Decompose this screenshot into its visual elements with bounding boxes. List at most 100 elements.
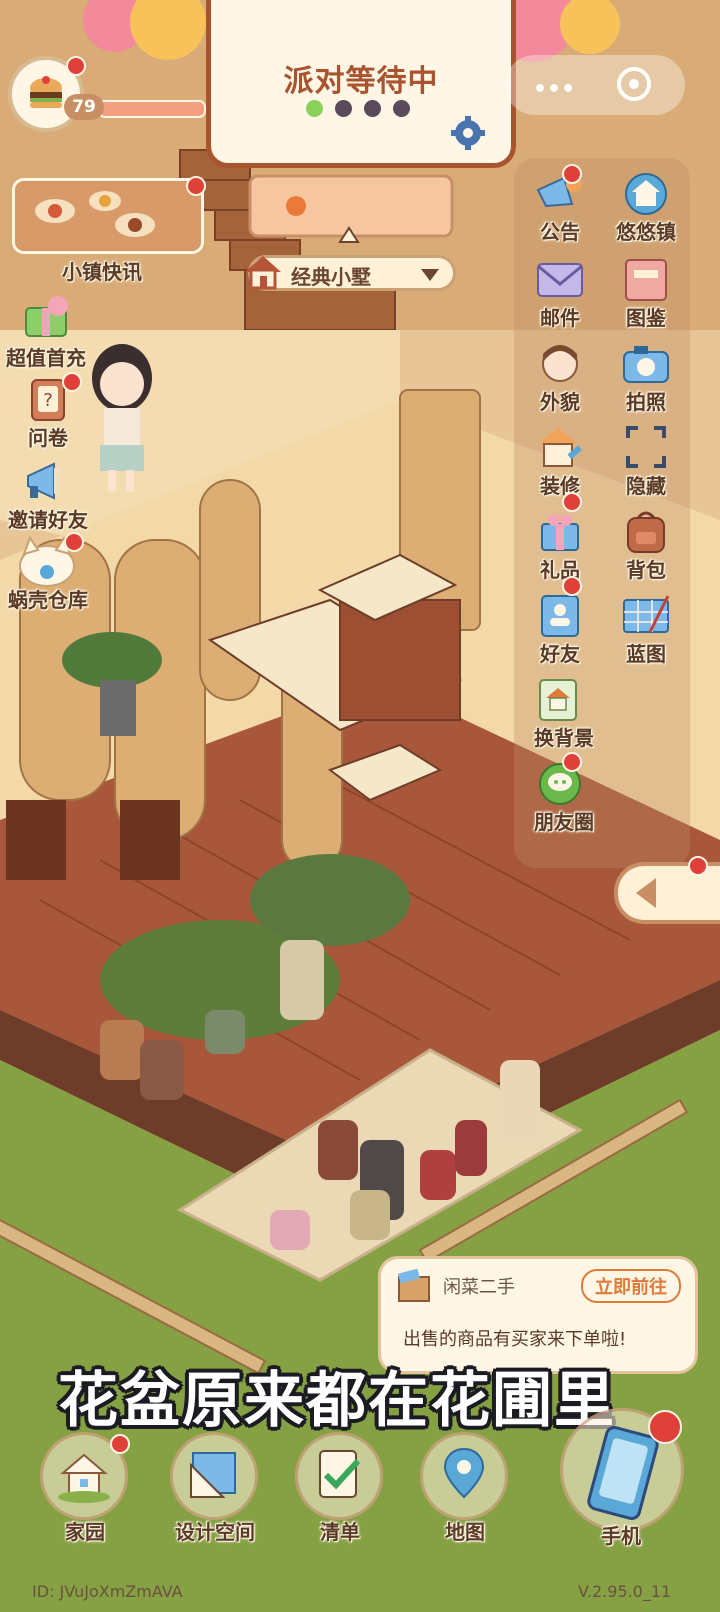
player-id: ID: JVuJoXmZmAVA [32,1582,183,1601]
right-item-label: 礼品 [540,558,580,582]
settings-gear-icon[interactable] [451,116,485,150]
right-item-label: 悠悠镇 [616,220,676,244]
progress-dot [364,100,381,117]
collapse-badge [688,856,708,876]
party-status-card[interactable]: 派对等待中 [206,0,516,168]
town-house-icon [620,170,672,216]
gift-icon [534,508,586,554]
hide-frame-icon [620,424,672,470]
right-item-label: 朋友圈 [534,810,594,834]
progress-dot [393,100,410,117]
right-item-background[interactable]: 换背景 [516,670,612,754]
mail-icon [534,256,586,302]
map-pin-icon [420,1432,508,1520]
right-item-label: 公告 [540,220,580,244]
nav-label: 地图 [445,1520,485,1544]
chevron-left-icon [636,878,656,908]
left-item-invite[interactable]: 邀请好友 [0,454,110,532]
right-item-label: 蓝图 [626,642,666,666]
album-icon [620,256,672,302]
right-item-mail[interactable]: 邮件 [516,250,604,334]
progress-dot [335,100,352,117]
go-now-button[interactable]: 立即前往 [581,1269,681,1303]
right-item-label: 好友 [540,642,580,666]
right-item-label: 图鉴 [626,306,666,330]
left-item-label: 邀请好友 [8,508,88,532]
right-item-friends[interactable]: 好友 [516,576,604,670]
gift-box-icon [22,294,74,340]
survey-badge [62,372,82,392]
change-background-icon [534,676,586,722]
friends-book-icon [534,592,586,638]
svg-text:?: ? [43,390,53,411]
right-item-label: 邮件 [540,306,580,330]
nav-phone[interactable]: 手机 [560,1408,700,1568]
close-target-icon[interactable] [617,67,651,101]
house-icon [243,252,283,292]
left-item-survey[interactable]: ? 问卷 [0,372,110,450]
more-dots-icon[interactable]: ••• [533,77,575,102]
parcel-icon [395,1265,435,1305]
left-item-label: 问卷 [28,426,68,450]
nav-list[interactable]: 清单 [285,1432,395,1562]
nav-map[interactable]: 地图 [410,1432,520,1562]
left-item-label: 蜗壳仓库 [8,588,88,612]
nav-design[interactable]: 设计空间 [160,1432,270,1562]
nav-home[interactable]: 家园 [30,1432,140,1562]
nav-label: 清单 [320,1520,360,1544]
right-item-label: 隐藏 [626,474,666,498]
burger-icon [26,74,66,114]
left-item-news[interactable]: 小镇快讯 [8,176,206,284]
decorate-icon [534,424,586,470]
right-item-album[interactable]: 图鉴 [602,250,690,334]
design-ruler-icon [170,1432,258,1520]
miniprogram-capsule[interactable]: ••• [505,55,685,115]
notification-message: 出售的商品有买家来下单啦! [403,1329,627,1350]
right-item-look[interactable]: 外貌 [516,334,604,418]
right-item-blueprint[interactable]: 蓝图 [602,586,690,670]
megaphone-icon [22,458,74,504]
blueprint-icon [620,592,672,638]
party-title: 派对等待中 [283,64,439,99]
right-item-hide[interactable]: 隐藏 [602,418,690,502]
storage-badge [64,532,84,552]
news-badge [186,176,206,196]
right-item-bag[interactable]: 背包 [602,502,690,586]
phone-badge [648,1410,682,1444]
right-item-notice[interactable]: 公告 [516,164,604,248]
right-item-label: 换背景 [534,726,594,750]
level-bar: 79 [64,94,206,120]
level-badge: 79 [64,94,104,120]
friends-badge [562,576,582,596]
house-selector[interactable]: 经典小墅 [245,255,456,291]
progress-dot [306,100,323,117]
nav-label: 家园 [65,1520,105,1544]
right-item-gift[interactable]: 礼品 [516,492,604,586]
right-item-town[interactable]: 悠悠镇 [602,164,690,248]
left-item-label: 小镇快讯 [62,260,142,284]
house-name: 经典小墅 [291,265,371,289]
right-item-label: 外貌 [540,390,580,414]
left-item-recharge[interactable]: 超值首充 [0,288,110,370]
party-progress-dots [306,100,410,117]
news-thumbnail-icon [12,178,204,254]
video-caption: 花盆原来都在花圃里 [58,1366,616,1436]
right-item-label: 拍照 [626,390,666,414]
version-text: V.2.95.0_11 [578,1582,672,1601]
right-item-label: 背包 [626,558,666,582]
right-item-decorate[interactable]: 装修 [516,418,604,502]
notification-source: 闲菜二手 [443,1277,515,1298]
nav-label: 设计空间 [175,1520,255,1544]
left-item-storage[interactable]: 蜗壳仓库 [0,532,110,612]
home-badge [110,1434,130,1454]
checklist-icon [295,1432,383,1520]
camera-icon [620,340,672,386]
gift-badge [562,492,582,512]
right-item-moments[interactable]: 朋友圈 [516,752,612,838]
right-item-label: 装修 [540,474,580,498]
dropdown-triangle-icon [421,269,439,281]
nav-label: 手机 [601,1524,641,1548]
right-item-photo[interactable]: 拍照 [602,334,690,418]
notice-badge [562,164,582,184]
left-item-label: 超值首充 [6,346,86,370]
